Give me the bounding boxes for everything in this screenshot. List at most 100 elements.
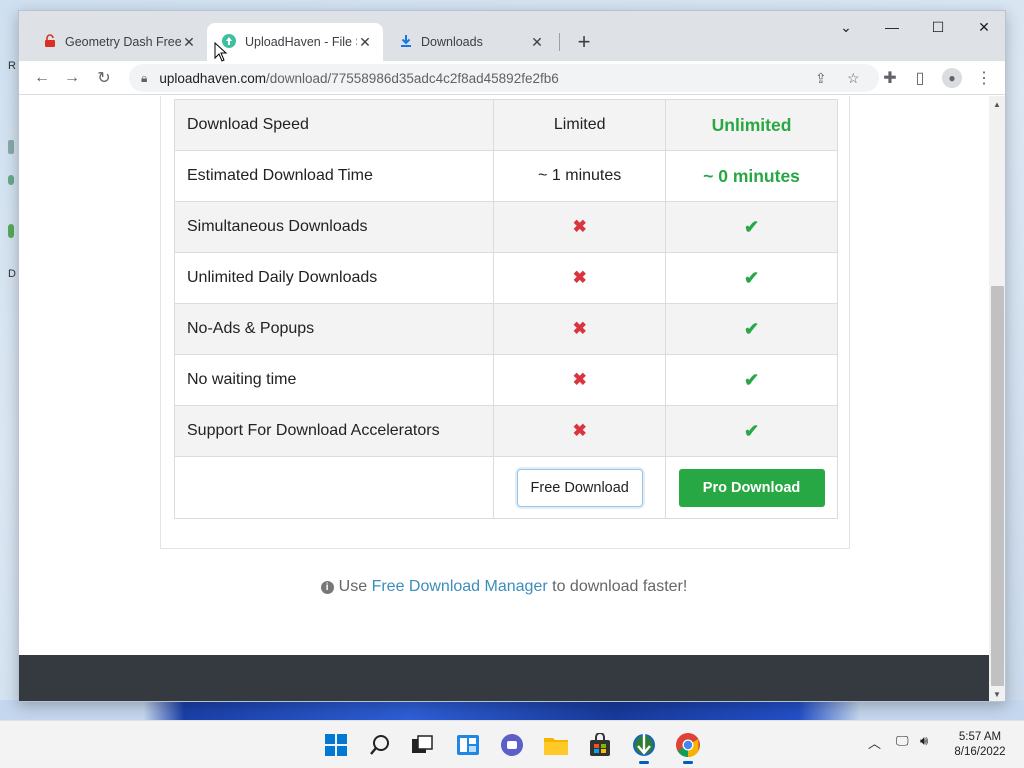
cross-icon: ✖ [572, 268, 587, 287]
cross-icon: ✖ [572, 319, 587, 338]
scroll-thumb[interactable] [991, 286, 1004, 686]
windows-logo-icon [325, 734, 347, 756]
pro-download-button[interactable]: Pro Download [678, 468, 825, 507]
arrow-right-icon: → [64, 69, 80, 86]
teams-chat-button[interactable] [494, 728, 530, 762]
feature-label: Simultaneous Downloads [173, 201, 495, 253]
forward-button[interactable]: → [59, 65, 85, 91]
back-button[interactable]: ← [29, 65, 55, 91]
new-tab-button[interactable]: + [571, 29, 597, 55]
search-button[interactable] [362, 728, 398, 762]
chrome-button[interactable] [670, 728, 706, 764]
pro-cell: ✔ [665, 252, 838, 304]
feature-label: Support For Download Accelerators [173, 405, 495, 457]
tab-title: UploadHaven - File S [245, 35, 357, 49]
reload-icon: ↻ [97, 70, 111, 87]
store-icon [590, 733, 610, 756]
profile-button[interactable]: ● [939, 65, 965, 91]
free-download-button[interactable]: Free Download [516, 468, 643, 507]
check-icon: ✔ [743, 420, 760, 441]
limited-cell: ✖ [493, 252, 667, 304]
chat-icon [501, 734, 523, 756]
free-cell: Free Download [493, 456, 667, 519]
tab-strip: Geometry Dash Free ✕ UploadHaven - File … [19, 11, 1005, 61]
desktop-edge: R D [0, 0, 18, 720]
cross-icon: ✖ [572, 370, 587, 389]
widgets-button[interactable] [450, 728, 486, 762]
table-row: Support For Download Accelerators ✖ ✔ [173, 405, 838, 457]
table-row: No waiting time ✖ ✔ [173, 354, 838, 406]
network-icon[interactable]: 🖵︎ [896, 733, 909, 749]
idm-button[interactable] [626, 728, 662, 764]
check-icon: ✔ [743, 216, 760, 237]
windows-taskbar: ︿ 🖵︎ 🔊︎ 5:57 AM 8/16/2022 [0, 720, 1024, 768]
share-icon[interactable]: ⇪ [815, 70, 827, 87]
extensions-button[interactable]: ✚ [877, 65, 903, 91]
tab-uploadhaven[interactable]: UploadHaven - File S ✕ [207, 23, 383, 61]
limited-cell: ✖ [493, 354, 667, 406]
tab-geometry-dash[interactable]: Geometry Dash Free ✕ [29, 23, 207, 61]
page-scrollbar[interactable]: ▲ ▼ [989, 96, 1005, 701]
maximize-button[interactable]: ☐ [915, 13, 961, 41]
table-row: No-Ads & Popups ✖ ✔ [173, 303, 838, 355]
volume-icon[interactable]: 🔊︎ [920, 733, 928, 749]
close-icon[interactable]: ✕ [357, 34, 373, 50]
table-row: Download Speed Limited Unlimited [173, 99, 838, 151]
chevron-up-icon[interactable]: ︿ [868, 733, 881, 752]
comparison-card: Download Speed Limited Unlimited Estimated … [160, 96, 850, 549]
mouse-cursor [214, 41, 228, 67]
download-manager-globe-icon [633, 734, 655, 756]
pro-cell: ✔ [665, 201, 838, 253]
scroll-down-arrow[interactable]: ▼ [993, 690, 1001, 699]
limited-cell: ✖ [493, 303, 667, 355]
minimize-button[interactable]: — [869, 13, 915, 41]
free-download-manager-link[interactable]: Free Download Manager [372, 578, 548, 595]
desktop-wallpaper [0, 700, 1024, 720]
empty-cell [173, 456, 495, 519]
desktop-icon-label: D [8, 268, 16, 280]
tab-title: Downloads [421, 35, 483, 49]
desktop-icon[interactable] [8, 140, 14, 154]
limited-value: ~ 1 minutes [538, 167, 622, 184]
table-row: Estimated Download Time ~ 1 minutes ~ 0 mi… [173, 150, 838, 202]
pro-cell: Pro Download [665, 456, 838, 519]
side-panel-button[interactable]: ▯ [907, 65, 933, 91]
pro-value: ~ 0 minutes [703, 165, 800, 186]
tab-search-button[interactable]: ⌄ [823, 13, 869, 41]
reload-button[interactable]: ↻ [91, 65, 117, 91]
tab-downloads[interactable]: Downloads ✕ [385, 23, 555, 61]
url-path: /download/77558986d35adc4c2f8ad45892fe2f… [265, 70, 559, 86]
close-icon[interactable]: ✕ [529, 34, 545, 50]
close-window-button[interactable]: ✕ [961, 13, 1005, 41]
tab-separator [559, 33, 560, 51]
side-panel-icon: ▯ [915, 70, 925, 87]
desktop-icon[interactable] [8, 224, 14, 238]
minimize-icon: — [885, 19, 899, 35]
limited-cell: ✖ [493, 405, 667, 457]
cross-icon: ✖ [572, 217, 587, 236]
download-icon [399, 34, 413, 51]
chrome-icon [676, 733, 700, 757]
task-view-button[interactable] [404, 728, 440, 762]
scroll-up-arrow[interactable]: ▲ [993, 100, 1001, 109]
clock[interactable]: 5:57 AM 8/16/2022 [948, 730, 1012, 760]
limited-cell: Limited [493, 99, 667, 151]
cross-icon: ✖ [572, 421, 587, 440]
browser-toolbar: ← → ↻ 🔒︎ uploadhaven.com/download/775589… [19, 61, 1005, 95]
arrow-left-icon: ← [34, 69, 50, 86]
start-button[interactable] [318, 728, 354, 762]
check-icon: ✔ [743, 369, 760, 390]
star-icon[interactable]: ☆ [847, 70, 860, 87]
info-icon: i [320, 581, 334, 594]
file-explorer-button[interactable] [538, 728, 574, 762]
address-bar[interactable]: 🔒︎ uploadhaven.com/download/77558986d35a… [129, 64, 879, 92]
store-button[interactable] [582, 728, 618, 762]
pro-cell: ✔ [665, 405, 838, 457]
avatar-icon: ● [942, 68, 962, 88]
unlock-icon [43, 33, 57, 51]
button-row: Free Download Pro Download [173, 456, 838, 519]
hint-prefix: Use [338, 578, 368, 595]
menu-button[interactable]: ⋮ [971, 65, 997, 91]
desktop-icon[interactable] [8, 175, 14, 185]
close-icon[interactable]: ✕ [181, 34, 197, 50]
